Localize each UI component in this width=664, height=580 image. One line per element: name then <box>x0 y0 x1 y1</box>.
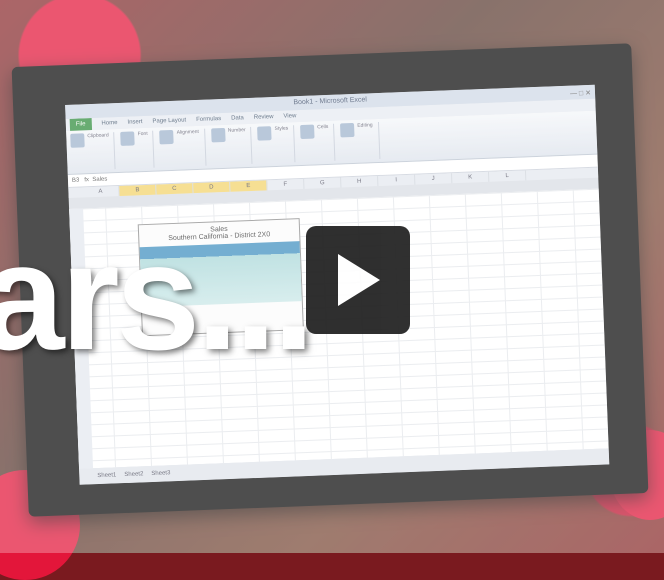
overlay-title-text: ars... <box>0 212 315 382</box>
play-icon <box>338 254 380 306</box>
play-button[interactable] <box>306 226 410 334</box>
